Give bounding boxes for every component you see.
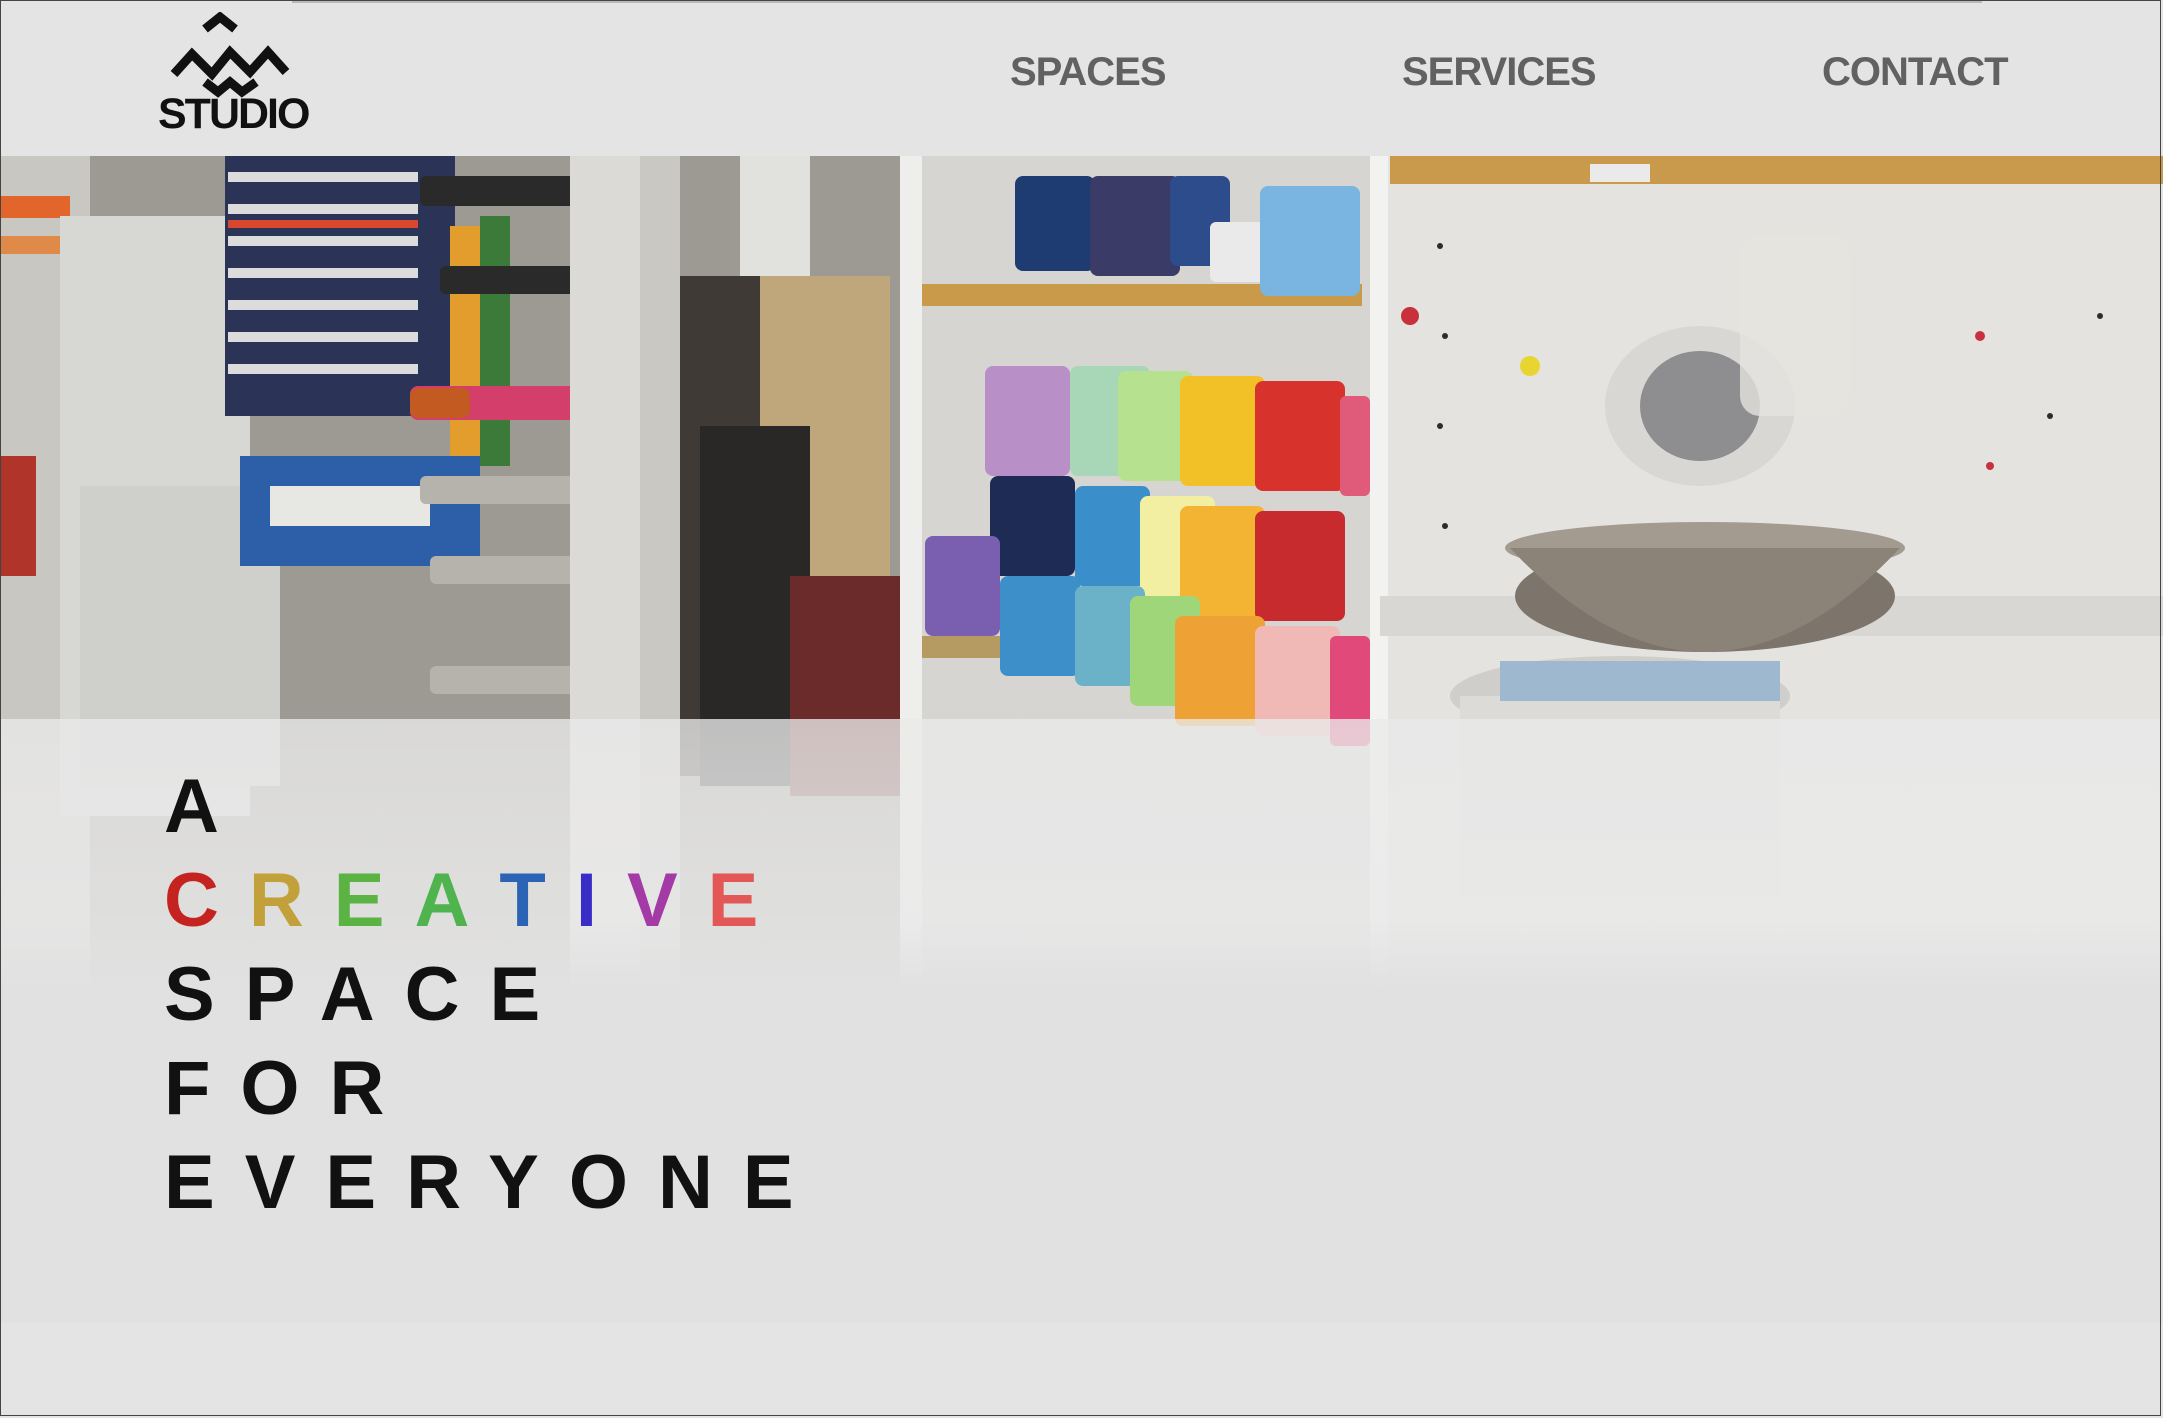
tagline-line-everyone: EVERYONE — [164, 1140, 824, 1225]
tagline-creative-letter: A — [414, 858, 500, 943]
tagline-line-for: FOR — [164, 1046, 415, 1131]
tagline-creative-letter: E — [333, 858, 415, 943]
studio-logo[interactable]: STUDIO — [152, 12, 310, 140]
tagline-line-creative: CREATIVE — [164, 854, 824, 948]
page-footer-band — [0, 1323, 2163, 1418]
mountain-logo-icon — [170, 12, 290, 98]
tagline-line-a: A — [164, 764, 249, 849]
nav-spaces-link[interactable]: SPACES — [1010, 50, 1167, 95]
nav-contact-link[interactable]: CONTACT — [1822, 50, 2009, 95]
tagline-creative-letter: I — [575, 858, 627, 943]
tagline-creative-letter: E — [707, 858, 789, 943]
logo-text: STUDIO — [158, 90, 310, 138]
hero-tagline: A CREATIVE SPACE FOR EVERYONE — [164, 760, 824, 1230]
top-rule — [292, 0, 1982, 3]
tagline-creative-letter: T — [499, 858, 576, 943]
nav-services-link[interactable]: SERVICES — [1402, 50, 1597, 95]
tagline-line-space: SPACE — [164, 952, 571, 1037]
tagline-creative-letter: C — [164, 858, 249, 943]
tagline-creative-letter: V — [626, 858, 708, 943]
site-header: STUDIO SPACES SERVICES CONTACT — [0, 0, 2163, 156]
tagline-creative-letter: R — [248, 858, 334, 943]
